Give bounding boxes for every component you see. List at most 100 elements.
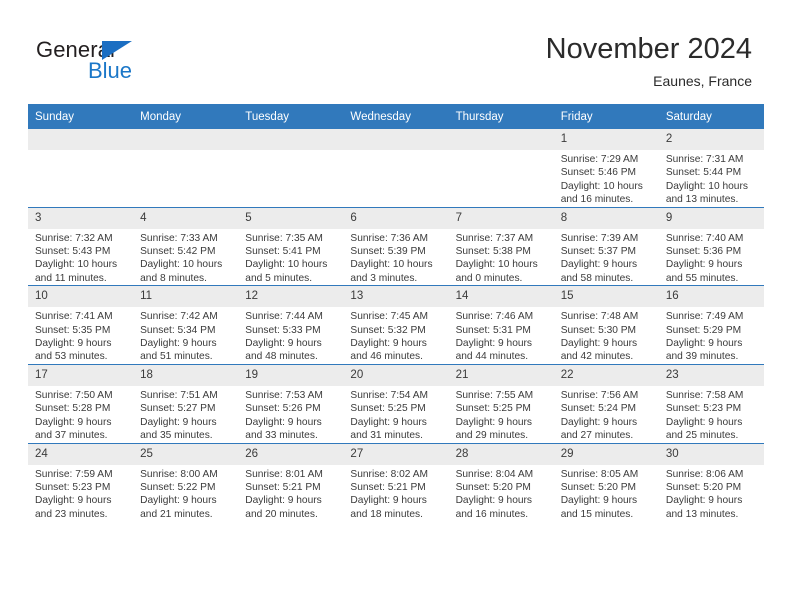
day-cell[interactable]: 20 Sunrise: 7:54 AM Sunset: 5:25 PM Dayligh… — [343, 363, 449, 443]
day-number: 15 — [553, 286, 659, 308]
daylight-text: Daylight: 9 hours and 15 minutes. — [560, 495, 638, 520]
day-number: 28 — [448, 443, 554, 465]
day-number: 27 — [343, 443, 449, 465]
day-cell[interactable]: 30 Sunrise: 8:06 AM Sunset: 5:20 PM Dayligh… — [658, 442, 764, 522]
sunrise-text: Sunrise: 7:53 AM — [245, 389, 323, 401]
sunset-text: Sunset: 5:37 PM — [560, 246, 637, 258]
day-cell-empty — [238, 129, 344, 208]
daylight-text: Daylight: 9 hours and 31 minutes. — [350, 416, 427, 442]
day-cell[interactable]: 28 Sunrise: 8:04 AM Sunset: 5:20 PM Dayligh… — [448, 442, 554, 522]
day-details: Sunrise: 7:49 AM Sunset: 5:29 PM Daylight:… — [659, 307, 764, 364]
day-cell[interactable]: 26 Sunrise: 8:01 AM Sunset: 5:21 PM Dayligh… — [238, 442, 344, 522]
day-details: Sunrise: 7:56 AM Sunset: 5:24 PM Daylight:… — [554, 386, 659, 443]
sunrise-text: Sunrise: 7:32 AM — [35, 232, 113, 244]
day-cell[interactable]: 13 Sunrise: 7:45 AM Sunset: 5:32 PM Dayligh… — [343, 285, 449, 365]
day-details: Sunrise: 7:45 AM Sunset: 5:32 PM Daylight:… — [343, 307, 448, 364]
day-cell[interactable]: 4 Sunrise: 7:33 AM Sunset: 5:42 PM Daylight… — [133, 206, 239, 286]
sunset-text: Sunset: 5:20 PM — [560, 481, 637, 493]
day-cell[interactable]: 21 Sunrise: 7:55 AM Sunset: 5:25 PM Dayligh… — [448, 363, 554, 443]
daylight-text: Daylight: 9 hours and 48 minutes. — [245, 338, 322, 363]
day-number: 2 — [658, 129, 764, 150]
day-cell[interactable]: 27 Sunrise: 8:02 AM Sunset: 5:21 PM Dayligh… — [343, 442, 449, 522]
weekday-header-tuesday: Tuesday — [238, 104, 344, 129]
calendar-page: General Blue November 2024 Eaunes, Franc… — [0, 0, 792, 612]
day-cell[interactable]: 3 Sunrise: 7:32 AM Sunset: 5:43 PM Daylight… — [28, 206, 134, 286]
day-cell[interactable]: 16 Sunrise: 7:49 AM Sunset: 5:29 PM Dayligh… — [658, 285, 764, 365]
day-cell[interactable]: 11 Sunrise: 7:42 AM Sunset: 5:34 PM Dayligh… — [133, 285, 239, 365]
daylight-text: Daylight: 9 hours and 18 minutes. — [350, 495, 427, 520]
day-details: Sunrise: 7:36 AM Sunset: 5:39 PM Daylight:… — [343, 229, 448, 286]
day-number: 19 — [238, 364, 344, 386]
day-cell[interactable]: 1 Sunrise: 7:29 AM Sunset: 5:46 PM Daylight… — [553, 129, 659, 208]
day-details: Sunrise: 7:40 AM Sunset: 5:36 PM Daylight:… — [659, 229, 764, 286]
daylight-text: Daylight: 9 hours and 51 minutes. — [140, 338, 217, 363]
day-cell[interactable]: 18 Sunrise: 7:51 AM Sunset: 5:27 PM Dayligh… — [133, 363, 239, 443]
daylight-text: Daylight: 10 hours and 13 minutes. — [665, 180, 748, 206]
day-details: Sunrise: 8:05 AM Sunset: 5:20 PM Daylight:… — [554, 465, 659, 522]
day-number: 30 — [658, 443, 764, 465]
day-cell[interactable]: 22 Sunrise: 7:56 AM Sunset: 5:24 PM Dayligh… — [553, 363, 659, 443]
sunrise-text: Sunrise: 7:41 AM — [35, 311, 113, 323]
day-details: Sunrise: 7:54 AM Sunset: 5:25 PM Daylight:… — [343, 386, 448, 443]
sunrise-text: Sunrise: 7:51 AM — [140, 389, 218, 401]
day-cell[interactable]: 2 Sunrise: 7:31 AM Sunset: 5:44 PM Daylight… — [658, 129, 764, 208]
day-details: Sunrise: 8:00 AM Sunset: 5:22 PM Daylight:… — [133, 465, 238, 522]
day-number: 8 — [553, 207, 659, 229]
day-cell[interactable]: 14 Sunrise: 7:46 AM Sunset: 5:31 PM Dayligh… — [448, 285, 554, 365]
day-cell[interactable]: 10 Sunrise: 7:41 AM Sunset: 5:35 PM Dayligh… — [28, 285, 134, 365]
day-details: Sunrise: 7:33 AM Sunset: 5:42 PM Daylight:… — [133, 229, 238, 286]
sunset-text: Sunset: 5:35 PM — [35, 324, 111, 336]
daylight-text: Daylight: 9 hours and 35 minutes. — [140, 416, 217, 442]
day-cell[interactable]: 23 Sunrise: 7:58 AM Sunset: 5:23 PM Dayligh… — [658, 363, 764, 443]
daylight-text: Daylight: 9 hours and 21 minutes. — [140, 495, 217, 520]
calendar-body: 1 Sunrise: 7:29 AM Sunset: 5:46 PM Daylight… — [28, 129, 764, 522]
day-details: Sunrise: 8:01 AM Sunset: 5:21 PM Daylight:… — [238, 465, 343, 522]
day-cell[interactable]: 6 Sunrise: 7:36 AM Sunset: 5:39 PM Daylight… — [343, 206, 449, 286]
day-details: Sunrise: 7:50 AM Sunset: 5:28 PM Daylight:… — [28, 386, 133, 443]
day-number — [28, 129, 134, 150]
day-details: Sunrise: 7:41 AM Sunset: 5:35 PM Daylight:… — [28, 307, 133, 364]
day-cell[interactable]: 19 Sunrise: 7:53 AM Sunset: 5:26 PM Dayligh… — [238, 363, 344, 443]
sunset-text: Sunset: 5:24 PM — [560, 403, 637, 415]
day-cell[interactable]: 25 Sunrise: 8:00 AM Sunset: 5:22 PM Dayligh… — [133, 442, 239, 522]
day-details: Sunrise: 7:31 AM Sunset: 5:44 PM Daylight:… — [659, 150, 764, 207]
day-details: Sunrise: 7:35 AM Sunset: 5:41 PM Daylight:… — [238, 229, 343, 286]
day-cell[interactable]: 29 Sunrise: 8:05 AM Sunset: 5:20 PM Dayligh… — [553, 442, 659, 522]
day-cell[interactable]: 5 Sunrise: 7:35 AM Sunset: 5:41 PM Daylight… — [238, 206, 344, 286]
day-cell[interactable]: 12 Sunrise: 7:44 AM Sunset: 5:33 PM Dayligh… — [238, 285, 344, 365]
sunset-text: Sunset: 5:46 PM — [560, 167, 637, 179]
sunrise-text: Sunrise: 7:31 AM — [665, 154, 744, 165]
sunset-text: Sunset: 5:29 PM — [665, 324, 742, 336]
sunrise-text: Sunrise: 7:56 AM — [560, 389, 639, 401]
day-cell[interactable]: 8 Sunrise: 7:39 AM Sunset: 5:37 PM Daylight… — [553, 206, 659, 286]
day-cell[interactable]: 24 Sunrise: 7:59 AM Sunset: 5:23 PM Dayligh… — [28, 442, 134, 522]
sunset-text: Sunset: 5:27 PM — [140, 403, 216, 415]
day-cell[interactable]: 15 Sunrise: 7:48 AM Sunset: 5:30 PM Dayligh… — [553, 285, 659, 365]
page-header: General Blue November 2024 Eaunes, Franc… — [0, 0, 792, 104]
daylight-text: Daylight: 10 hours and 0 minutes. — [455, 259, 538, 284]
sunrise-text: Sunrise: 7:58 AM — [665, 389, 744, 401]
day-cell[interactable]: 17 Sunrise: 7:50 AM Sunset: 5:28 PM Dayligh… — [28, 363, 134, 443]
day-number: 24 — [28, 443, 134, 465]
sunrise-text: Sunrise: 7:54 AM — [350, 389, 429, 401]
sunrise-text: Sunrise: 7:42 AM — [140, 311, 218, 323]
sunrise-text: Sunrise: 7:49 AM — [665, 311, 744, 323]
daylight-text: Daylight: 9 hours and 42 minutes. — [560, 338, 638, 363]
sunset-text: Sunset: 5:21 PM — [350, 481, 426, 493]
sunset-text: Sunset: 5:20 PM — [455, 481, 531, 493]
daylight-text: Daylight: 9 hours and 55 minutes. — [665, 259, 743, 284]
day-details: Sunrise: 8:06 AM Sunset: 5:20 PM Daylight:… — [659, 465, 764, 522]
sunset-text: Sunset: 5:30 PM — [560, 324, 637, 336]
day-cell[interactable]: 9 Sunrise: 7:40 AM Sunset: 5:36 PM Daylight… — [658, 206, 764, 286]
weekday-header-sunday: Sunday — [28, 104, 134, 129]
sunset-text: Sunset: 5:38 PM — [455, 246, 531, 258]
day-cell[interactable]: 7 Sunrise: 7:37 AM Sunset: 5:38 PM Daylight… — [448, 206, 554, 286]
sunrise-text: Sunrise: 7:36 AM — [350, 232, 429, 244]
day-cell-empty — [448, 129, 554, 208]
day-details: Sunrise: 7:48 AM Sunset: 5:30 PM Daylight:… — [554, 307, 659, 364]
day-number: 18 — [133, 364, 239, 386]
calendar-week-row: 24 Sunrise: 7:59 AM Sunset: 5:23 PM Dayligh… — [28, 442, 764, 522]
sunset-text: Sunset: 5:25 PM — [455, 403, 531, 415]
daylight-text: Daylight: 10 hours and 11 minutes. — [35, 259, 118, 284]
calendar-grid: Sunday Monday Tuesday Wednesday Thursday… — [28, 104, 764, 522]
